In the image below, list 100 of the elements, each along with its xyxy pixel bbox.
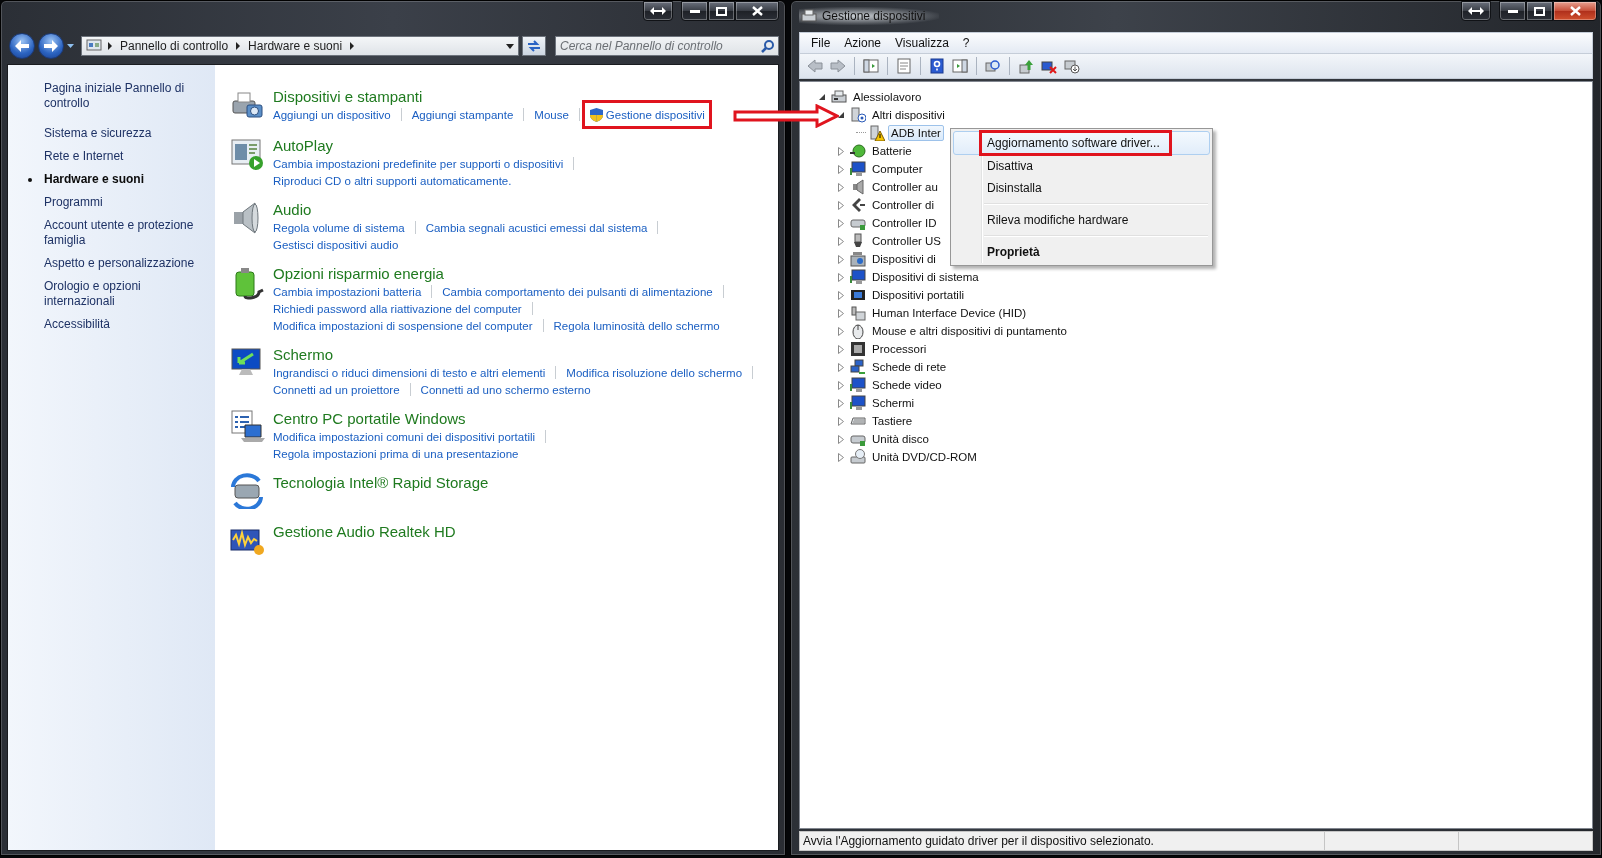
category-title[interactable]: Opzioni risparmio energia: [273, 264, 734, 283]
tree-item[interactable]: Controller di: [869, 197, 937, 213]
category-link[interactable]: Regola luminosità dello schermo: [553, 319, 720, 332]
category-link[interactable]: Modifica risoluzione dello schermo: [566, 366, 743, 379]
tree-item[interactable]: Schede di rete: [869, 359, 950, 375]
category-link[interactable]: Cambia impostazioni predefinite per supporti o dispositivi: [273, 157, 564, 170]
sidebar-link[interactable]: Rete e Internet: [44, 149, 196, 164]
menu-item[interactable]: Rileva modifiche hardware: [953, 209, 1210, 231]
address-bar[interactable]: Pannello di controllo Hardware e suoni: [81, 36, 519, 56]
maximize-button[interactable]: [1526, 1, 1553, 21]
category-link[interactable]: Aggiungi stampante: [411, 108, 514, 121]
category-title[interactable]: AutoPlay: [273, 136, 585, 155]
category-title[interactable]: Dispositivi e stampanti: [273, 87, 705, 106]
expand-arrow-icon[interactable]: [837, 218, 847, 228]
menu-item[interactable]: Disinstalla: [953, 177, 1210, 199]
tree-item[interactable]: Mouse e altri dispositivi di puntamento: [869, 323, 1070, 339]
category-link[interactable]: Connetti ad uno schermo esterno: [420, 383, 591, 396]
category-title[interactable]: Schermo: [273, 345, 764, 364]
menu-bar-item[interactable]: ?: [955, 34, 977, 52]
menu-item[interactable]: Disattiva: [953, 155, 1210, 177]
expand-arrow-icon[interactable]: [837, 326, 847, 336]
menu-bar-item[interactable]: File: [804, 34, 838, 52]
refresh-button[interactable]: [522, 36, 546, 56]
minimize-button[interactable]: [681, 1, 708, 21]
expand-arrow-icon[interactable]: [837, 272, 847, 282]
category-title[interactable]: Audio: [273, 200, 669, 219]
category-title[interactable]: Centro PC portatile Windows: [273, 409, 557, 428]
tree-item[interactable]: Computer: [869, 161, 926, 177]
category-link[interactable]: Richiedi password alla riattivazione del computer: [273, 302, 522, 315]
category-link[interactable]: Mouse: [534, 108, 569, 121]
category-link[interactable]: Modifica impostazioni comuni dei dispositivi portatili: [273, 430, 536, 443]
dropdown-arrow-icon[interactable]: [506, 43, 514, 49]
category-link[interactable]: Regola impostazioni prima di una presentazione: [273, 447, 519, 460]
collapse-arrow-icon[interactable]: [818, 93, 828, 101]
category-link[interactable]: Riproduci CD o altri supporti automaticamente.: [273, 174, 512, 187]
tree-item[interactable]: Schede video: [869, 377, 945, 393]
tree-item[interactable]: Dispositivi di: [869, 251, 939, 267]
category-link[interactable]: Cambia comportamento dei pulsanti di alimentazione: [442, 285, 713, 298]
forward-button[interactable]: [38, 33, 64, 59]
expand-arrow-icon[interactable]: [837, 236, 847, 246]
dropdown-arrow-icon[interactable]: [67, 44, 74, 48]
sidebar-link[interactable]: Hardware e suoni: [44, 172, 196, 187]
tree-item[interactable]: Controller ID: [869, 215, 940, 231]
expand-arrow-icon[interactable]: [837, 308, 847, 318]
category-link[interactable]: Gestione dispositivi: [589, 107, 705, 122]
expand-arrow-icon[interactable]: [837, 416, 847, 426]
tree-item[interactable]: Dispositivi portatili: [869, 287, 968, 303]
expand-arrow-icon[interactable]: [837, 290, 847, 300]
breadcrumb-arrow-icon[interactable]: [349, 42, 356, 50]
tree-item[interactable]: Batterie: [869, 143, 915, 159]
menu-bar-item[interactable]: Visualizza: [888, 34, 956, 52]
tree-item[interactable]: Processori: [869, 341, 930, 357]
category-title[interactable]: Gestione Audio Realtek HD: [273, 522, 456, 541]
category-link[interactable]: Connetti ad un proiettore: [273, 383, 400, 396]
sidebar-link[interactable]: Orologio e opzioni internazionali: [44, 279, 196, 309]
expand-arrow-icon[interactable]: [837, 164, 847, 174]
breadcrumb-arrow-icon[interactable]: [107, 42, 113, 50]
category-title[interactable]: Tecnologia Intel® Rapid Storage: [273, 473, 489, 492]
category-link[interactable]: Gestisci dispositivi audio: [273, 238, 399, 251]
sidebar-link[interactable]: Pagina iniziale Pannello di controllo: [44, 81, 196, 111]
category-link[interactable]: Cambia segnali acustici emessi dal sistema: [425, 221, 648, 234]
tree-item[interactable]: ADB Inter: [888, 125, 944, 141]
tree-item[interactable]: Human Interface Device (HID): [869, 305, 1030, 321]
resize-button[interactable]: [1461, 1, 1491, 21]
sidebar-link[interactable]: Programmi: [44, 195, 196, 210]
breadcrumb-item[interactable]: Hardware e suoni: [246, 39, 345, 53]
sidebar-link[interactable]: Accessibilità: [44, 317, 196, 332]
expand-arrow-icon[interactable]: [837, 344, 847, 354]
expand-arrow-icon[interactable]: [837, 182, 847, 192]
sidebar-link[interactable]: Sistema e sicurezza: [44, 126, 196, 141]
sidebar-link[interactable]: Aspetto e personalizzazione: [44, 256, 196, 271]
expand-arrow-icon[interactable]: [837, 362, 847, 372]
back-button[interactable]: [9, 33, 35, 59]
breadcrumb-arrow-icon[interactable]: [235, 42, 242, 50]
expand-arrow-icon[interactable]: [837, 200, 847, 210]
tree-item[interactable]: Controller au: [869, 179, 941, 195]
tree-item[interactable]: Controller US: [869, 233, 945, 249]
expand-arrow-icon[interactable]: [837, 146, 847, 156]
expand-arrow-icon[interactable]: [837, 452, 847, 462]
maximize-button[interactable]: [708, 1, 735, 21]
menu-bar-item[interactable]: Azione: [837, 34, 889, 52]
category-link[interactable]: Modifica impostazioni di sospensione del computer: [273, 319, 533, 332]
close-button[interactable]: [735, 1, 779, 21]
breadcrumb-item[interactable]: Pannello di controllo: [118, 39, 231, 53]
tree-item[interactable]: Altri dispositivi: [869, 107, 948, 123]
tree-item[interactable]: Unità DVD/CD-ROM: [869, 449, 980, 465]
search-field[interactable]: Cerca nel Pannello di controllo: [555, 36, 779, 56]
resize-button[interactable]: [643, 1, 673, 21]
minimize-button[interactable]: [1499, 1, 1526, 21]
tree-item[interactable]: Schermi: [869, 395, 918, 411]
tree-item[interactable]: Dispositivi di sistema: [869, 269, 982, 285]
category-link[interactable]: Regola volume di sistema: [273, 221, 405, 234]
expand-arrow-icon[interactable]: [837, 398, 847, 408]
category-link[interactable]: Cambia impostazioni batteria: [273, 285, 422, 298]
tree-item[interactable]: Tastiere: [869, 413, 916, 429]
tree-item[interactable]: Alessiolavoro: [850, 89, 925, 105]
category-link[interactable]: Ingrandisci o riduci dimensioni di testo e altri elementi: [273, 366, 546, 379]
sidebar-link[interactable]: Account utente e protezione famiglia: [44, 218, 196, 248]
expand-arrow-icon[interactable]: [837, 254, 847, 264]
tree-item[interactable]: Unità disco: [869, 431, 932, 447]
